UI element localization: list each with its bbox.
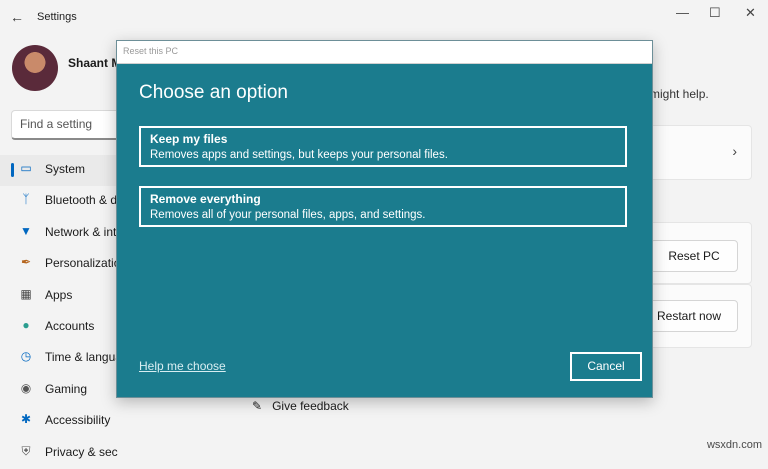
person-icon: ● [22, 317, 30, 332]
sidebar-item-label: Apps [45, 287, 73, 302]
sidebar-item-accessibility[interactable]: ✱ Accessibility [0, 406, 118, 437]
sidebar-item-label: Personalization [45, 256, 118, 271]
option-description: Removes all of your personal files, apps… [150, 209, 426, 221]
maximize-button[interactable]: ☐ [709, 5, 721, 21]
sidebar-item-personalization[interactable]: ✒ Personalization [0, 249, 118, 280]
sidebar-item-system[interactable]: ▭ System [0, 155, 118, 187]
wifi-icon: ▼ [20, 223, 32, 238]
globe-clock-icon: ◷ [20, 349, 32, 364]
option-title: Remove everything [150, 192, 261, 206]
search-placeholder: Find a setting [20, 117, 93, 131]
monitor-icon: ▭ [20, 161, 32, 175]
give-feedback-link[interactable]: ✎ Give feedback [252, 399, 349, 413]
close-button[interactable]: ✕ [745, 5, 756, 21]
sidebar-item-label: Bluetooth & devices [45, 193, 118, 208]
reset-dialog: Reset this PC Choose an option Keep my f… [116, 40, 653, 398]
back-arrow-icon[interactable]: ← [10, 9, 24, 25]
avatar [12, 45, 58, 91]
sidebar-item-label: Accessibility [45, 413, 111, 428]
dialog-title: Reset this PC [123, 46, 179, 56]
help-me-choose-link[interactable]: Help me choose [139, 359, 226, 373]
give-feedback-label: Give feedback [272, 399, 349, 413]
cancel-button[interactable]: Cancel [570, 352, 642, 381]
restart-now-button[interactable]: Restart now [640, 300, 738, 332]
apps-icon: ▦ [20, 286, 32, 301]
accessibility-icon: ✱ [20, 412, 32, 427]
sidebar-item-time-language[interactable]: ◷ Time & language [0, 343, 118, 374]
remove-everything-option[interactable]: Remove everything Removes all of your pe… [139, 186, 627, 227]
dialog-title-bar: Reset this PC [117, 41, 652, 64]
feedback-icon: ✎ [252, 399, 263, 413]
sidebar-item-network[interactable]: ▼ Network & internet [0, 218, 118, 249]
title-bar: ← Settings — ☐ ✕ [0, 0, 768, 34]
option-description: Removes apps and settings, but keeps you… [150, 149, 448, 161]
option-title: Keep my files [150, 132, 228, 146]
sidebar-item-label: Privacy & security [45, 444, 118, 459]
chevron-right-icon: › [732, 143, 737, 159]
hint-text: might help. [650, 87, 709, 101]
sidebar-item-gaming[interactable]: ◉ Gaming [0, 375, 118, 406]
watermark-text: wsxdn.com [706, 439, 762, 451]
app-title: Settings [37, 11, 77, 23]
keep-my-files-option[interactable]: Keep my files Removes apps and settings,… [139, 126, 627, 167]
sidebar-item-accounts[interactable]: ● Accounts [0, 312, 118, 343]
gamepad-icon: ◉ [20, 380, 32, 395]
sidebar-item-label: Network & internet [45, 224, 118, 239]
bluetooth-icon: ᛉ [22, 192, 30, 207]
sidebar-item-label: Time & language [45, 350, 118, 365]
active-indicator [11, 163, 14, 177]
sidebar-item-privacy[interactable]: ⛨ Privacy & security [0, 438, 118, 469]
sidebar-item-label: Gaming [45, 381, 88, 396]
shield-icon: ⛨ [21, 443, 31, 458]
search-input[interactable]: Find a setting [11, 110, 123, 140]
minimize-button[interactable]: — [676, 5, 689, 20]
sidebar-item-label: System [45, 162, 86, 176]
sidebar-item-bluetooth[interactable]: ᛉ Bluetooth & devices [0, 186, 118, 217]
settings-card[interactable]: › [640, 125, 752, 180]
brush-icon: ✒ [20, 255, 32, 270]
profile-name: Shaant M [68, 56, 118, 70]
sidebar-item-apps[interactable]: ▦ Apps [0, 281, 118, 312]
sidebar-item-label: Accounts [45, 318, 95, 333]
reset-pc-button[interactable]: Reset PC [650, 240, 738, 272]
sidebar-nav: ▭ System ᛉ Bluetooth & devices ▼ Network… [0, 155, 118, 469]
dialog-heading: Choose an option [139, 82, 288, 103]
